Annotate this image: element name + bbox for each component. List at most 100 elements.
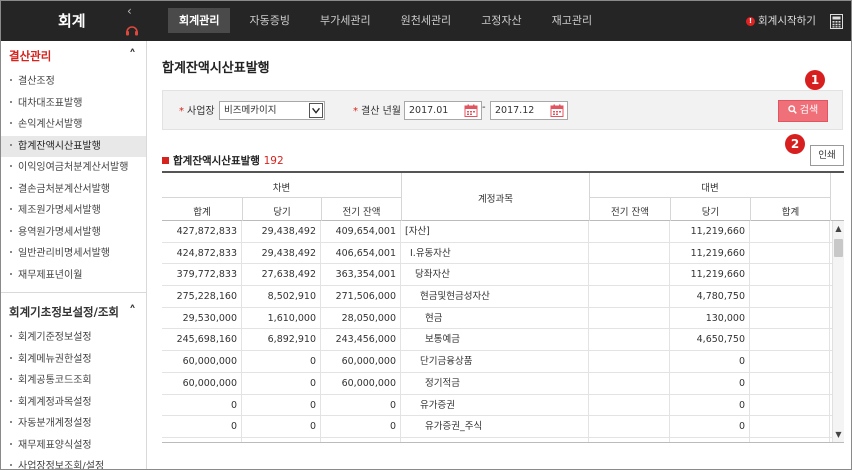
nav-tab-3[interactable]: 원천세관리 [390, 8, 463, 33]
table-scrollbar[interactable]: ▲ ▼ [832, 221, 844, 442]
bullet-icon [10, 442, 12, 445]
sidebar-item-label: 회계기준정보설정 [18, 332, 92, 343]
nav-tab-5[interactable]: 재고관리 [541, 8, 603, 33]
cell-c-prev [589, 351, 670, 373]
sidebar-item[interactable]: 대차대조표발행 [1, 93, 146, 115]
date-from-field[interactable]: 2017.01 [404, 101, 482, 120]
cell-c-total [750, 264, 830, 286]
table-row[interactable]: 427,872,833 29,438,492 409,654,001 [자산] 11,2… [162, 221, 832, 243]
sidebar-section-title: 결산관리 [9, 49, 52, 63]
cell-d-total: 379,772,833 [162, 264, 242, 286]
sidebar: 결산관리 ˄ 결산조정대차대조표발행손익계산서발행합계잔액시산표발행이익잉여금처분계… [1, 41, 147, 470]
date-to-field[interactable]: 2017.12 [490, 101, 568, 120]
chevron-down-icon[interactable] [309, 103, 323, 118]
cell-c-prev [589, 221, 670, 242]
scroll-up-icon[interactable]: ▲ [833, 223, 844, 235]
calendar-icon[interactable] [550, 104, 564, 117]
business-label-text: 사업장 [187, 106, 215, 117]
sidebar-item[interactable]: 회계메뉴권한설정 [1, 349, 146, 371]
table-row[interactable]: 245,698,160 6,892,910 243,456,000 보통예금 4,650… [162, 329, 832, 352]
sidebar-item[interactable]: 회계공통코드조회 [1, 370, 146, 392]
bullet-icon [10, 208, 12, 210]
cell-c-prev [589, 307, 670, 329]
sidebar-item-label: 결산조정 [18, 76, 55, 87]
table-row[interactable]: 275,228,160 8,502,910 271,506,000 현금및현금성자산 4… [162, 286, 832, 308]
table-row[interactable]: 60,000,000 0 60,000,000 단기금융상품 0 [162, 351, 832, 373]
collapse-sidebar-icon[interactable]: ‹ [127, 4, 132, 18]
cell-account: Ⅰ.유동자산 [401, 242, 589, 264]
cell-c-prev [589, 264, 670, 286]
sidebar-section-header[interactable]: 결산관리 ˄ [1, 41, 146, 71]
cell-d-prev: 60,000,000 [321, 351, 401, 373]
cell-c-total [750, 416, 830, 438]
sidebar-item-label: 사업장정보조회/설정 [18, 461, 105, 470]
table-row[interactable]: 60,000,000 0 60,000,000 정기적금 0 [162, 372, 832, 395]
table-row[interactable]: 0 0 0 유가증권_주식 0 [162, 416, 832, 438]
sidebar-item[interactable]: 이익잉여금처분계산서발행 [1, 157, 146, 179]
headset-icon[interactable] [125, 24, 139, 36]
scrollbar-thumb[interactable] [834, 239, 843, 257]
bullet-icon [10, 79, 12, 81]
chevron-up-icon[interactable]: ˄ [129, 41, 136, 71]
table-row[interactable]: 424,872,833 29,438,492 406,654,001 Ⅰ.유동자산 11… [162, 242, 832, 265]
bullet-icon [10, 229, 12, 232]
sidebar-item-label: 손익계산서발행 [18, 119, 83, 130]
sidebar-item-label: 회계계정과목설정 [18, 396, 92, 408]
business-select[interactable]: 비즈메카이지 [219, 101, 325, 120]
cell-account: 매출채권 [401, 437, 589, 442]
cell-d-prev: 363,354,001 [321, 264, 401, 286]
required-mark: * [179, 106, 184, 117]
sidebar-item-label: 이익잉여금처분계산서발행 [18, 162, 129, 173]
table-row[interactable]: 379,772,833 27,638,492 363,354,001 당좌자산 11,2… [162, 264, 832, 287]
sidebar-item-label: 재무제표양식설정 [18, 439, 92, 451]
sidebar-item[interactable]: 재무제표양식설정 [1, 435, 146, 457]
sidebar-item[interactable]: 용역원가명세서발행 [1, 222, 146, 244]
credit-current-header: 당기 [701, 207, 720, 218]
chevron-up-icon[interactable]: ˄ [129, 297, 136, 327]
sidebar-item[interactable]: 자동분개계정설정 [1, 413, 146, 435]
table-row[interactable]: 29,530,000 1,610,000 28,050,000 현금 130,000 [162, 307, 832, 330]
sidebar-item[interactable]: 합계잔액시산표발행 [1, 135, 146, 157]
sidebar-item[interactable]: 사업장정보조회/설정 [1, 456, 146, 470]
nav-tab-4[interactable]: 고정자산 [470, 8, 532, 33]
sidebar-item[interactable]: 일반관리비명세서발행 [1, 243, 146, 265]
sidebar-item-label: 합계잔액시산표발행 [18, 140, 101, 152]
calendar-icon[interactable] [464, 104, 478, 117]
bullet-icon [10, 143, 12, 146]
nav-tab-0[interactable]: 회계관리 [168, 8, 231, 33]
table-row[interactable]: 28,570,2008,423,91025,228,000매출채권 5,081,7… [162, 437, 832, 442]
section-marker-icon [162, 157, 169, 164]
cell-c-prev [589, 329, 670, 351]
nav-tab-2[interactable]: 부가세관리 [309, 8, 382, 33]
cell-d-prev: 25,228,000 [321, 437, 401, 442]
sidebar-item[interactable]: 손익계산서발행 [1, 114, 146, 136]
table-row[interactable]: 0 0 0 유가증권 0 [162, 394, 832, 417]
cell-d-cur: 29,438,492 [242, 242, 321, 264]
bullet-icon [10, 378, 12, 380]
scroll-down-icon[interactable]: ▼ [833, 429, 844, 441]
start-accounting-link[interactable]: ! 회계시작하기 [746, 13, 816, 28]
bullet-icon [10, 464, 12, 466]
bullet-icon [10, 335, 12, 337]
date-from-value: 2017.01 [409, 105, 449, 116]
cell-d-total: 275,228,160 [162, 286, 242, 308]
sidebar-item[interactable]: 재무제표년이월 [1, 265, 146, 287]
sidebar-item[interactable]: 결손금처분계산서발행 [1, 179, 146, 201]
alert-icon: ! [746, 17, 755, 26]
search-button[interactable]: 검색 [778, 100, 828, 122]
sidebar-item[interactable]: 결산조정 [1, 71, 146, 93]
sidebar-item[interactable]: 회계계정과목설정 [1, 392, 146, 414]
sidebar-section-header[interactable]: 회계기초정보설정/조회 ˄ [1, 297, 146, 327]
main-nav: 회계관리 자동증빙 부가세관리 원천세관리 고정자산 재고관리 [168, 8, 611, 33]
step-badge-2: 2 [785, 134, 805, 154]
cell-c-total [750, 437, 830, 442]
cell-c-cur: 11,219,660 [670, 221, 750, 242]
sidebar-item[interactable]: 제조원가명세서발행 [1, 200, 146, 222]
sidebar-item[interactable]: 회계기준정보설정 [1, 327, 146, 349]
calculator-icon[interactable] [830, 14, 843, 29]
cell-d-prev: 243,456,000 [321, 329, 401, 351]
date-range-separator: - [482, 102, 486, 113]
nav-tab-1[interactable]: 자동증빙 [238, 8, 300, 33]
print-button[interactable]: 인쇄 [810, 145, 844, 166]
cell-d-total: 424,872,833 [162, 242, 242, 264]
